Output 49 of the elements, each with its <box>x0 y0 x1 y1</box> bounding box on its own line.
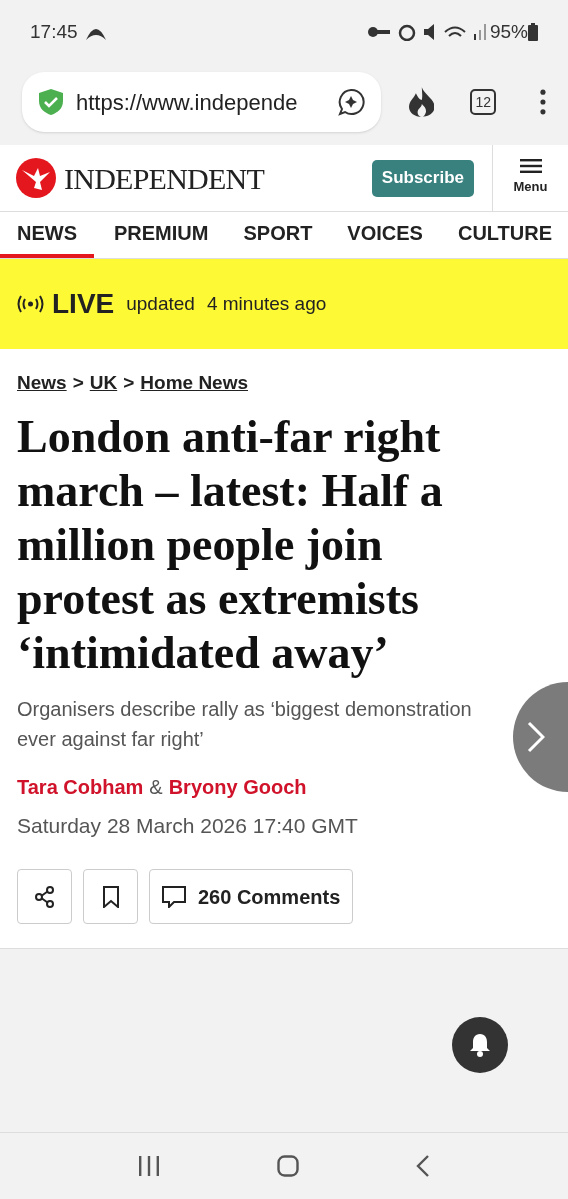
shield-check-icon <box>38 88 64 116</box>
author-link[interactable]: Tara Cobham <box>17 771 144 802</box>
share-icon <box>34 885 55 908</box>
clock: 17:45 <box>30 19 78 44</box>
url-text: https://www.independe <box>76 88 299 117</box>
bookmark-button[interactable] <box>83 869 138 924</box>
bookmark-icon <box>101 885 120 908</box>
publish-date: Saturday 28 March 2026 17:40 GMT <box>17 812 359 839</box>
live-label: LIVE <box>52 287 115 321</box>
updated-time: 4 minutes ago <box>206 291 327 316</box>
breadcrumb-separator: > <box>123 371 135 395</box>
notifications-button[interactable] <box>452 1017 508 1073</box>
recent-apps-icon[interactable] <box>138 1156 161 1176</box>
wifi-icon <box>443 25 466 39</box>
author-link[interactable]: Bryony Gooch <box>168 771 307 802</box>
battery-percent: 95% <box>489 19 528 44</box>
home-icon[interactable] <box>277 1155 299 1177</box>
more-options-icon[interactable] <box>540 89 546 115</box>
breadcrumb-link[interactable]: News <box>17 369 67 398</box>
flame-icon[interactable] <box>408 87 435 117</box>
updated-label: updated <box>126 291 195 316</box>
nav-tab[interactable]: CULTURE <box>440 212 568 258</box>
headline: London anti-far right march – latest: Half a million people join protest as extremists ‘intimidated away’ <box>17 409 444 680</box>
nav-tab[interactable]: PREMIUM <box>97 212 226 258</box>
chevron-right-icon <box>527 721 545 753</box>
subscribe-button[interactable]: Subscribe <box>371 159 474 197</box>
live-broadcast-icon <box>17 295 44 313</box>
menu-icon <box>519 159 542 174</box>
menu-label: Menu <box>513 178 548 197</box>
bell-icon <box>469 1033 491 1057</box>
address-bar[interactable]: https://www.independe <box>22 72 381 132</box>
key-icon <box>367 27 390 37</box>
share-button[interactable] <box>17 869 72 924</box>
battery-icon <box>528 23 538 41</box>
site-logo[interactable]: INDEPENDENT <box>64 155 265 201</box>
sparkle-chat-icon[interactable] <box>336 88 365 116</box>
breadcrumb-link[interactable]: UK <box>89 369 118 398</box>
nav-tab[interactable]: VOICES <box>330 212 440 258</box>
comment-icon <box>162 885 186 908</box>
comments-button[interactable]: 260 Comments <box>149 869 354 924</box>
tab-count-button[interactable]: 12 <box>470 89 497 115</box>
author-joiner: & <box>149 774 163 800</box>
standfirst: Organisers describe rally as ‘biggest demonstration ever against far right’ <box>17 696 473 752</box>
breadcrumb-link[interactable]: Home News <box>140 369 248 398</box>
back-icon[interactable] <box>415 1155 430 1177</box>
breadcrumb-separator: > <box>72 371 84 395</box>
nav-tab[interactable]: SPORT <box>226 212 330 258</box>
signal-icon <box>473 24 486 40</box>
menu-button[interactable]: Menu <box>492 145 568 211</box>
